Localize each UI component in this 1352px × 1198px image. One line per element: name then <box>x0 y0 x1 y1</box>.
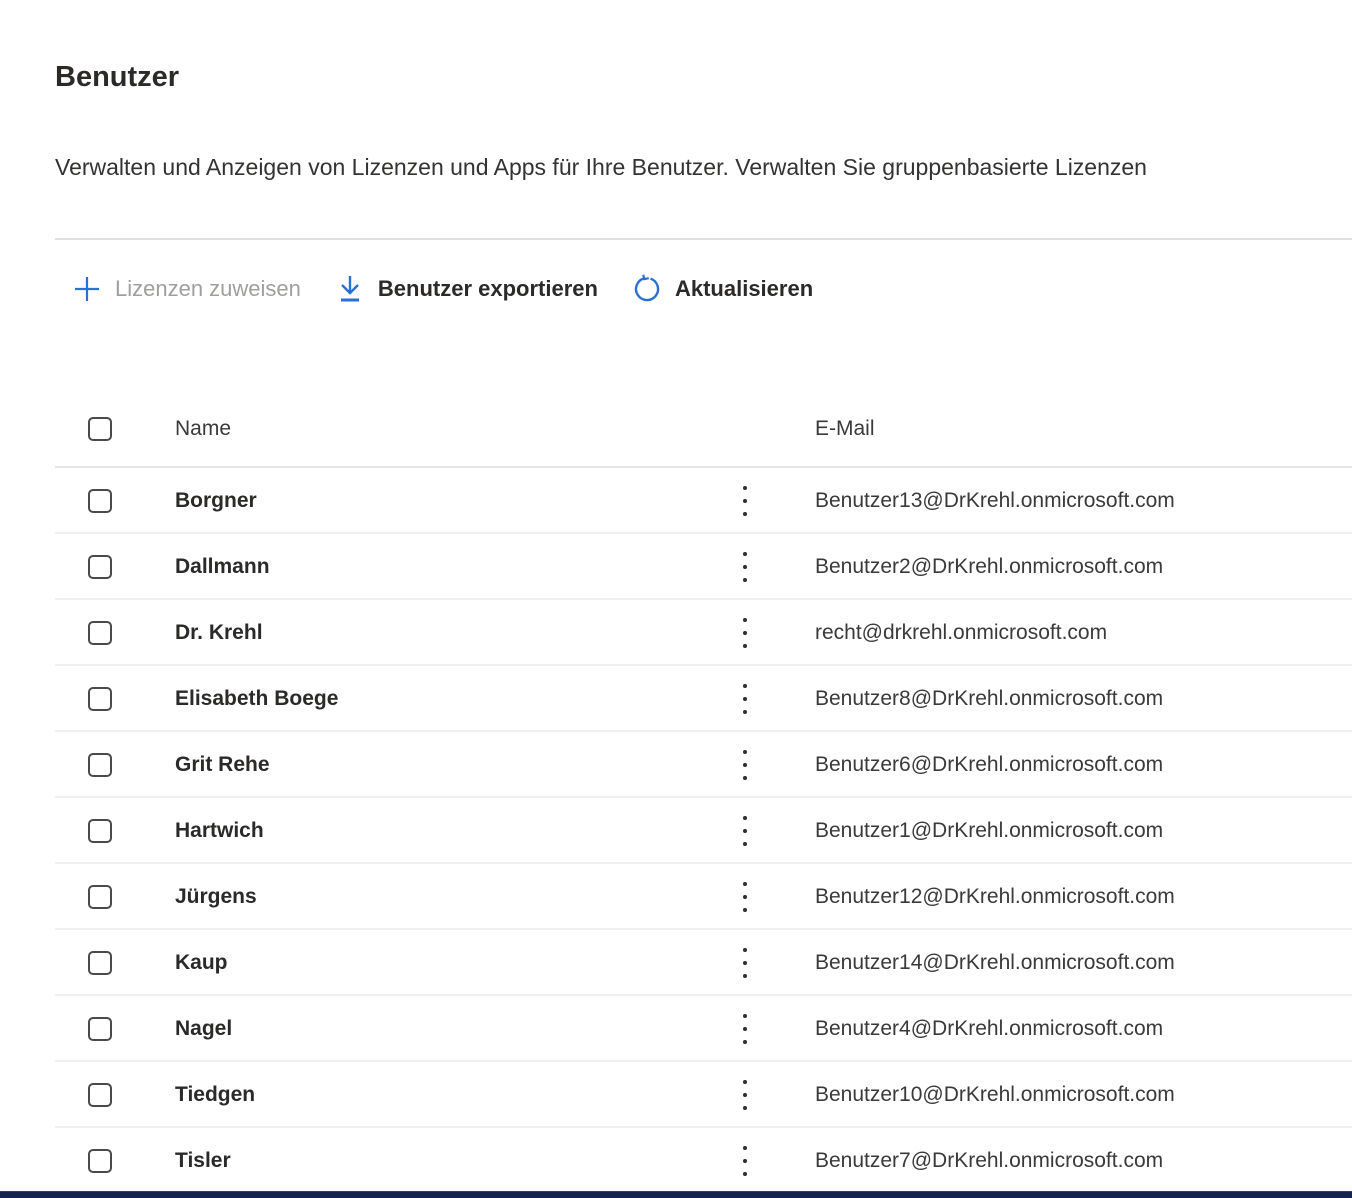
more-actions-button[interactable] <box>705 1007 785 1051</box>
table-row[interactable]: Elisabeth Boege Benutzer8@DrKrehl.onmicr… <box>0 666 1352 732</box>
user-name: Grit Rehe <box>175 753 705 777</box>
row-checkbox[interactable] <box>88 489 112 513</box>
export-users-label: Benutzer exportieren <box>378 276 598 302</box>
table-row[interactable]: Borgner Benutzer13@DrKrehl.onmicrosoft.c… <box>0 468 1352 534</box>
refresh-button[interactable]: Aktualisieren <box>632 272 813 306</box>
table-row[interactable]: Kaup Benutzer14@DrKrehl.onmicrosoft.com <box>0 930 1352 996</box>
select-all-checkbox[interactable] <box>88 417 112 441</box>
column-header-name[interactable]: Name <box>175 417 705 441</box>
user-email: Benutzer7@DrKrehl.onmicrosoft.com <box>815 1149 1163 1173</box>
row-checkbox[interactable] <box>88 753 112 777</box>
table-row[interactable]: Grit Rehe Benutzer6@DrKrehl.onmicrosoft.… <box>0 732 1352 798</box>
more-actions-button[interactable] <box>705 941 785 985</box>
more-actions-button[interactable] <box>705 1073 785 1117</box>
user-name: Dr. Krehl <box>175 621 705 645</box>
table-body: Borgner Benutzer13@DrKrehl.onmicrosoft.c… <box>0 468 1352 1194</box>
user-email: Benutzer13@DrKrehl.onmicrosoft.com <box>815 489 1175 513</box>
user-name: Nagel <box>175 1017 705 1041</box>
user-name: Jürgens <box>175 885 705 909</box>
user-email: recht@drkrehl.onmicrosoft.com <box>815 621 1107 645</box>
toolbar: Lizenzen zuweisen Benutzer exportieren A… <box>72 266 1352 312</box>
row-checkbox[interactable] <box>88 555 112 579</box>
row-checkbox[interactable] <box>88 885 112 909</box>
export-users-button[interactable]: Benutzer exportieren <box>335 272 598 306</box>
more-actions-button[interactable] <box>705 1139 785 1183</box>
row-checkbox[interactable] <box>88 687 112 711</box>
more-actions-button[interactable] <box>705 611 785 655</box>
page-title: Benutzer <box>55 58 1352 96</box>
table-row[interactable]: Hartwich Benutzer1@DrKrehl.onmicrosoft.c… <box>0 798 1352 864</box>
row-checkbox[interactable] <box>88 1083 112 1107</box>
user-email: Benutzer6@DrKrehl.onmicrosoft.com <box>815 753 1163 777</box>
user-table: Name E-Mail Borgner Benutzer13@DrKrehl.o… <box>0 390 1352 1194</box>
bottom-navy-bar <box>0 1191 1352 1198</box>
user-name: Borgner <box>175 489 705 513</box>
user-email: Benutzer10@DrKrehl.onmicrosoft.com <box>815 1083 1175 1107</box>
user-email: Benutzer8@DrKrehl.onmicrosoft.com <box>815 687 1163 711</box>
table-header-row: Name E-Mail <box>0 390 1352 468</box>
assign-licenses-label: Lizenzen zuweisen <box>115 276 301 302</box>
page-description: Verwalten und Anzeigen von Lizenzen und … <box>55 152 1352 182</box>
table-row[interactable]: Tisler Benutzer7@DrKrehl.onmicrosoft.com <box>0 1128 1352 1194</box>
more-actions-button[interactable] <box>705 875 785 919</box>
more-actions-button[interactable] <box>705 809 785 853</box>
table-row[interactable]: Dr. Krehl recht@drkrehl.onmicrosoft.com <box>0 600 1352 666</box>
user-name: Tiedgen <box>175 1083 705 1107</box>
assign-licenses-button[interactable]: Lizenzen zuweisen <box>72 272 301 306</box>
user-name: Dallmann <box>175 555 705 579</box>
user-name: Tisler <box>175 1149 705 1173</box>
toolbar-top-divider <box>55 238 1352 240</box>
table-row[interactable]: Jürgens Benutzer12@DrKrehl.onmicrosoft.c… <box>0 864 1352 930</box>
more-actions-button[interactable] <box>705 479 785 523</box>
user-email: Benutzer1@DrKrehl.onmicrosoft.com <box>815 819 1163 843</box>
user-email: Benutzer2@DrKrehl.onmicrosoft.com <box>815 555 1163 579</box>
download-icon <box>335 272 365 306</box>
column-header-email[interactable]: E-Mail <box>815 417 875 441</box>
table-row[interactable]: Nagel Benutzer4@DrKrehl.onmicrosoft.com <box>0 996 1352 1062</box>
more-actions-button[interactable] <box>705 743 785 787</box>
user-email: Benutzer14@DrKrehl.onmicrosoft.com <box>815 951 1175 975</box>
row-checkbox[interactable] <box>88 951 112 975</box>
plus-icon <box>72 272 102 306</box>
refresh-icon <box>632 272 662 306</box>
more-actions-button[interactable] <box>705 545 785 589</box>
row-checkbox[interactable] <box>88 621 112 645</box>
user-name: Kaup <box>175 951 705 975</box>
more-actions-button[interactable] <box>705 677 785 721</box>
user-email: Benutzer4@DrKrehl.onmicrosoft.com <box>815 1017 1163 1041</box>
users-page: Benutzer Verwalten und Anzeigen von Lize… <box>0 0 1352 1198</box>
table-row[interactable]: Tiedgen Benutzer10@DrKrehl.onmicrosoft.c… <box>0 1062 1352 1128</box>
user-name: Hartwich <box>175 819 705 843</box>
user-name: Elisabeth Boege <box>175 687 705 711</box>
row-checkbox[interactable] <box>88 1149 112 1173</box>
user-email: Benutzer12@DrKrehl.onmicrosoft.com <box>815 885 1175 909</box>
refresh-label: Aktualisieren <box>675 276 813 302</box>
table-row[interactable]: Dallmann Benutzer2@DrKrehl.onmicrosoft.c… <box>0 534 1352 600</box>
row-checkbox[interactable] <box>88 819 112 843</box>
row-checkbox[interactable] <box>88 1017 112 1041</box>
